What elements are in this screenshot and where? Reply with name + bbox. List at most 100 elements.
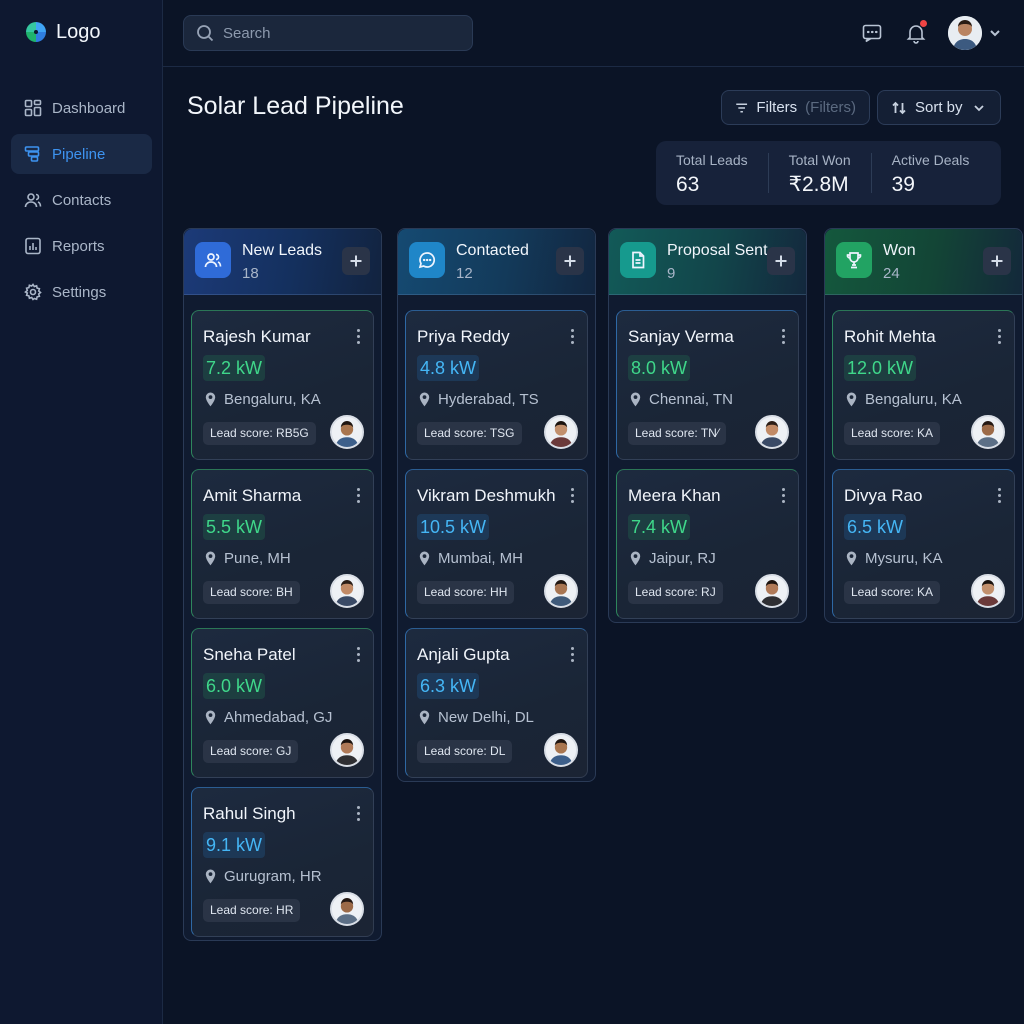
trophy-icon: [846, 252, 862, 269]
lead-card[interactable]: Sanjay Verma 8.0 kW Chennai, TN Lead sco…: [616, 310, 799, 460]
sidebar-item-contacts[interactable]: Contacts: [11, 180, 152, 220]
avatar: [755, 415, 789, 449]
lead-card[interactable]: Priya Reddy 4.8 kW Hyderabad, TS Lead sc…: [405, 310, 588, 460]
lead-card[interactable]: Vikram Deshmukh 10.5 kW Mumbai, MH Lead …: [405, 469, 588, 619]
lead-card[interactable]: Anjali Gupta 6.3 kW New Delhi, DL Lead s…: [405, 628, 588, 778]
column-count: 24: [883, 265, 900, 282]
messages-button[interactable]: [861, 22, 883, 44]
more-options-icon[interactable]: [780, 329, 786, 345]
search-input[interactable]: [223, 24, 453, 42]
chevron-down-icon: [973, 104, 984, 111]
column-title: New Leads: [242, 242, 323, 259]
more-options-icon[interactable]: [355, 806, 361, 822]
sidebar-item-pipeline[interactable]: Pipeline: [11, 134, 152, 174]
lead-card[interactable]: Meera Khan 7.4 kW Jaipur, RJ Lead score:…: [616, 469, 799, 619]
lead-card[interactable]: Rahul Singh 9.1 kW Gurugram, HR Lead sco…: [191, 787, 374, 937]
user-avatar[interactable]: [948, 16, 982, 50]
lead-location: Bengaluru, KA: [845, 391, 962, 408]
notifications-button[interactable]: [905, 20, 927, 44]
lead-card[interactable]: Amit Sharma 5.5 kW Pune, MH Lead score: …: [191, 469, 374, 619]
avatar: [544, 574, 578, 608]
more-options-icon[interactable]: [996, 329, 1002, 345]
column-count: 12: [456, 265, 473, 282]
avatar-image: [973, 576, 1003, 606]
avatar-image: [332, 576, 362, 606]
more-options-icon[interactable]: [780, 488, 786, 504]
document-icon: [632, 251, 645, 269]
logo-icon: [26, 22, 46, 42]
lead-card[interactable]: Divya Rao 6.5 kW Mysuru, KA Lead score: …: [832, 469, 1015, 619]
more-options-icon[interactable]: [996, 488, 1002, 504]
sidebar-item-reports[interactable]: Reports: [11, 226, 152, 266]
filters-button[interactable]: Filters (Filters): [721, 90, 870, 125]
more-options-icon[interactable]: [569, 647, 575, 663]
stat-label: Total Leads: [676, 152, 748, 168]
more-options-icon[interactable]: [355, 329, 361, 345]
filters-hint: (Filters): [805, 99, 856, 116]
sidebar-item-dashboard[interactable]: Dashboard: [11, 88, 152, 128]
grid-icon: [24, 99, 42, 117]
avatar-image: [546, 417, 576, 447]
lead-card[interactable]: Sneha Patel 6.0 kW Ahmedabad, GJ Lead sc…: [191, 628, 374, 778]
add-lead-button[interactable]: [556, 247, 584, 275]
avatar: [544, 733, 578, 767]
avatar: [330, 892, 364, 926]
more-options-icon[interactable]: [355, 488, 361, 504]
avatar-image: [332, 417, 362, 447]
lead-card[interactable]: Rohit Mehta 12.0 kW Bengaluru, KA Lead s…: [832, 310, 1015, 460]
chevron-down-icon: [990, 30, 1000, 37]
avatar: [755, 574, 789, 608]
avatar: [330, 415, 364, 449]
sort-button[interactable]: Sort by: [877, 90, 1001, 125]
more-options-icon[interactable]: [569, 329, 575, 345]
column-icon-badge: [409, 242, 445, 278]
lead-score-badge: Lead score: RB5G: [203, 422, 316, 445]
more-options-icon[interactable]: [569, 488, 575, 504]
column-proposal-sent: Proposal Sent 9 Sanjay Verma 8.0 kW Chen…: [608, 228, 807, 623]
notification-dot: [920, 20, 927, 27]
lead-card[interactable]: Rajesh Kumar 7.2 kW Bengaluru, KA Lead s…: [191, 310, 374, 460]
sidebar-item-label: Contacts: [52, 191, 112, 209]
lead-location: Pune, MH: [204, 550, 291, 567]
sidebar-item-label: Settings: [52, 283, 107, 301]
system-size: 5.5 kW: [203, 514, 266, 540]
sidebar-nav: Dashboard Pipeline Contacts Reports Sett…: [11, 88, 152, 318]
add-lead-button[interactable]: [767, 247, 795, 275]
system-size: 4.8 kW: [417, 355, 480, 381]
search-box[interactable]: [183, 15, 473, 51]
avatar: [330, 733, 364, 767]
plus-icon: [775, 255, 787, 267]
location-pin-icon: [846, 392, 857, 407]
location-text: Mumbai, MH: [438, 550, 524, 567]
location-text: Gurugram, HR: [224, 868, 322, 885]
column-contacted: Contacted 12 Priya Reddy 4.8 kW Hyderaba…: [397, 228, 596, 782]
lead-name: Meera Khan: [628, 486, 721, 505]
location-pin-icon: [205, 869, 216, 884]
location-text: Bengaluru, KA: [865, 391, 962, 408]
system-size: 10.5 kW: [417, 514, 490, 540]
logo[interactable]: Logo: [24, 20, 101, 44]
sidebar-item-settings[interactable]: Settings: [11, 272, 152, 312]
sort-label: Sort by: [915, 99, 963, 116]
system-size: 6.0 kW: [203, 673, 266, 699]
lead-score-badge: Lead score: KA: [844, 581, 941, 604]
location-pin-icon: [205, 551, 216, 566]
lead-name: Priya Reddy: [417, 327, 510, 346]
system-size: 7.4 kW: [628, 514, 691, 540]
column-header: Proposal Sent 9: [609, 229, 806, 295]
user-menu-chevron[interactable]: [989, 26, 1001, 38]
column-icon-badge: [195, 242, 231, 278]
add-lead-button[interactable]: [342, 247, 370, 275]
lead-name: Rohit Mehta: [844, 327, 936, 346]
location-text: Pune, MH: [224, 550, 291, 567]
avatar-image: [546, 735, 576, 765]
system-size: 7.2 kW: [203, 355, 266, 381]
stat-value: 63: [676, 173, 700, 196]
avatar-image: [757, 417, 787, 447]
add-lead-button[interactable]: [983, 247, 1011, 275]
column-title: Contacted: [456, 242, 529, 259]
plus-icon: [350, 255, 362, 267]
more-options-icon[interactable]: [355, 647, 361, 663]
lead-score-badge: Lead score: TN⁄: [628, 422, 726, 445]
location-pin-icon: [205, 392, 216, 407]
